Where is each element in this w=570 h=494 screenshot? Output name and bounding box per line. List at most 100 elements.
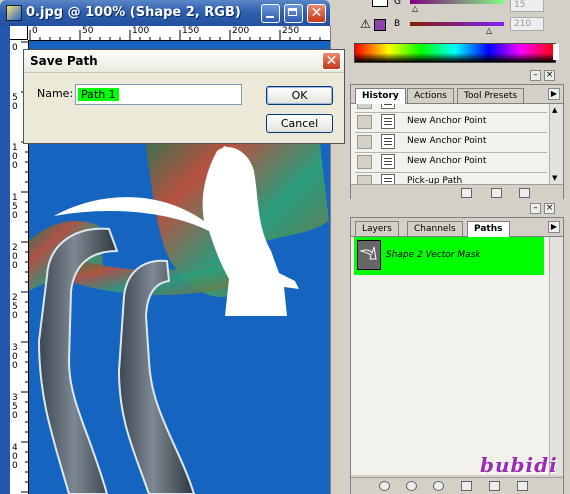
g-channel-label: G [394, 0, 401, 7]
b-value-field[interactable]: 210 [510, 17, 544, 31]
path-item-label: Shape 2 Vector Mask [386, 250, 481, 260]
stroke-path-icon[interactable] [406, 481, 417, 491]
snapshot-source-box[interactable] [357, 104, 372, 109]
list-item[interactable]: Shape 2 Vector Mask [354, 237, 544, 275]
history-panel: History Actions Tool Presets ▶ New Ancho… [350, 84, 564, 201]
paths-list: Shape 2 Vector Mask [351, 237, 549, 475]
dialog-close-button[interactable]: ✕ [322, 52, 341, 70]
ruler-label: 400 [12, 443, 18, 471]
ruler-label: 350 [12, 393, 18, 421]
shape-outline-icon [359, 246, 377, 260]
ruler-label: 200 [12, 243, 18, 271]
g-value-field[interactable]: 15 [510, 0, 544, 12]
snapshot-source-box[interactable] [357, 115, 372, 129]
tab-paths[interactable]: Paths [467, 221, 510, 237]
ruler-label: 50 [82, 26, 94, 36]
save-path-dialog: Save Path ✕ Name: Path 1 OK Cancel [23, 49, 345, 144]
history-state-icon [381, 134, 395, 149]
slider-triangle-icon: △ [486, 26, 493, 35]
vector-mask-thumbnail [357, 240, 381, 270]
paths-tab-row: Layers Channels Paths ▶ [351, 218, 563, 237]
history-state-icon [381, 174, 395, 184]
photoshop-document-icon [6, 5, 22, 21]
history-panel-bar[interactable]: – × [346, 69, 570, 83]
list-item[interactable]: New Anchor Point [355, 132, 547, 153]
scroll-down-icon[interactable]: ▼ [552, 174, 557, 182]
new-path-icon[interactable] [489, 481, 500, 491]
document-frame-edge [0, 26, 10, 494]
history-item-label: New Anchor Point [407, 116, 487, 126]
history-scrollbar[interactable]: ▲ ▼ [549, 104, 563, 184]
list-item[interactable]: New Anchor Point [355, 152, 547, 173]
horizontal-ruler[interactable]: 0 50 100 150 200 250 [28, 26, 330, 41]
panel-minimize-button[interactable]: – [530, 203, 541, 214]
ruler-label: 250 [12, 293, 18, 321]
panel-menu-arrow-icon[interactable]: ▶ [548, 88, 560, 100]
minimize-button[interactable] [261, 4, 280, 23]
paths-panel-bar[interactable]: – × [346, 202, 570, 216]
ok-button[interactable]: OK [266, 86, 333, 105]
document-titlebar[interactable]: 0.jpg @ 100% (Shape 2, RGB) ✕ [0, 0, 330, 26]
load-selection-icon[interactable] [433, 481, 444, 491]
b-channel-label: B [394, 19, 401, 29]
color-ramp-white[interactable] [553, 44, 559, 60]
history-tab-row: History Actions Tool Presets ▶ [351, 85, 563, 104]
color-panel-scrollbar[interactable] [560, 0, 570, 66]
new-document-from-state-icon[interactable] [461, 188, 472, 198]
maximize-icon [288, 8, 297, 16]
snapshot-source-box[interactable] [357, 175, 372, 184]
out-of-gamut-warning-icon[interactable]: ⚠ [360, 17, 371, 31]
color-ramp[interactable] [354, 43, 556, 63]
ruler-label: 150 [182, 26, 200, 36]
history-state-icon [381, 154, 395, 169]
panel-close-button[interactable]: × [544, 70, 555, 81]
tab-history[interactable]: History [355, 88, 406, 104]
history-list: New Anchor Point New Anchor Point New An… [351, 104, 549, 184]
color-swatch[interactable] [374, 19, 386, 31]
ruler-label: 0 [12, 43, 18, 53]
history-item-label: New Anchor Point [407, 156, 487, 166]
path-name-value: Path 1 [78, 88, 119, 101]
ruler-origin[interactable] [10, 26, 28, 40]
trash-icon[interactable] [517, 481, 528, 491]
list-item[interactable]: New Anchor Point [355, 112, 547, 133]
fill-path-icon[interactable] [379, 481, 390, 491]
history-state-icon [381, 114, 395, 129]
panel-menu-arrow-icon[interactable]: ▶ [548, 221, 560, 233]
snapshot-source-box[interactable] [357, 135, 372, 149]
make-work-path-icon[interactable] [461, 481, 472, 491]
watermark-signature: bubidi [480, 453, 558, 477]
palette-column: G △ 15 ⚠ B △ 210 – × History Actions Too… [346, 0, 570, 494]
trash-icon[interactable] [519, 188, 530, 198]
slider-triangle-icon: △ [412, 4, 419, 13]
scroll-up-icon[interactable]: ▲ [552, 106, 557, 114]
close-icon: ✕ [325, 53, 338, 69]
ruler-label: 100 [132, 26, 150, 36]
paths-footer [351, 477, 563, 494]
camera-snapshot-icon[interactable] [491, 188, 502, 198]
cancel-button[interactable]: Cancel [266, 114, 333, 133]
history-item-label: Pick-up Path [407, 176, 463, 184]
color-panel: G △ 15 ⚠ B △ 210 [350, 0, 560, 66]
dialog-titlebar[interactable]: Save Path ✕ [24, 50, 344, 73]
list-item[interactable]: Pick-up Path [355, 172, 547, 184]
panel-close-button[interactable]: × [544, 203, 555, 214]
maximize-button[interactable] [284, 4, 303, 23]
tab-channels[interactable]: Channels [407, 221, 463, 236]
ruler-label: 150 [12, 193, 18, 221]
ruler-label: 100 [12, 143, 18, 171]
minimize-icon [266, 16, 274, 18]
panel-minimize-button[interactable]: – [530, 70, 541, 81]
tab-tool-presets[interactable]: Tool Presets [457, 88, 525, 103]
paths-scrollbar[interactable] [549, 237, 563, 475]
snapshot-source-box[interactable] [357, 155, 372, 169]
foreground-swatch[interactable] [372, 0, 388, 7]
ruler-label: 200 [232, 26, 250, 36]
close-window-button[interactable]: ✕ [307, 4, 326, 23]
name-label: Name: [37, 87, 74, 100]
g-channel-slider[interactable] [410, 0, 504, 4]
tab-layers[interactable]: Layers [355, 221, 399, 236]
tab-actions[interactable]: Actions [407, 88, 454, 103]
history-state-icon [381, 104, 395, 109]
path-name-input[interactable]: Path 1 [75, 84, 242, 105]
